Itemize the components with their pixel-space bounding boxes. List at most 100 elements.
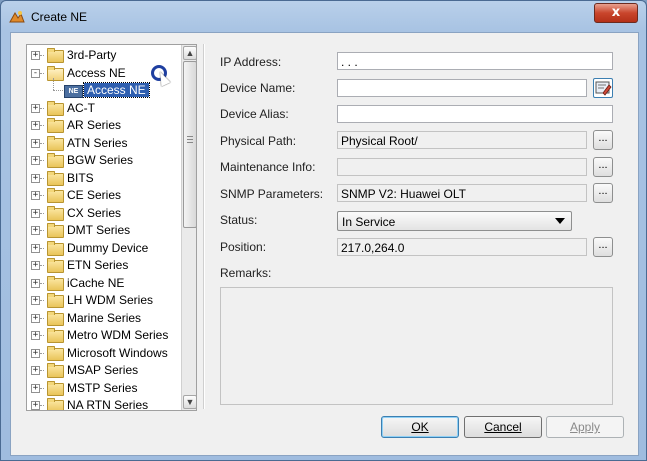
folder-icon bbox=[47, 398, 64, 410]
tree-item-label: iCache NE bbox=[67, 275, 125, 290]
physical-path-browse-button[interactable]: ... bbox=[593, 130, 613, 150]
tree-item-label: Metro WDM Series bbox=[67, 328, 169, 342]
panel-divider bbox=[203, 44, 205, 409]
close-button[interactable]: x bbox=[594, 3, 638, 23]
tree-item[interactable]: + Metro WDM Series bbox=[27, 327, 182, 344]
snmp-parameters-browse-button[interactable]: ... bbox=[593, 183, 613, 203]
tree-connector bbox=[53, 90, 63, 91]
scroll-down-icon[interactable]: ▼ bbox=[183, 395, 196, 409]
tree-connector bbox=[40, 335, 44, 336]
tree-item[interactable]: + ETN Series bbox=[27, 257, 182, 274]
expand-icon[interactable]: + bbox=[31, 121, 40, 130]
tree-item[interactable]: + CE Series bbox=[27, 187, 182, 204]
expand-icon[interactable]: + bbox=[31, 138, 40, 148]
expand-icon[interactable]: + bbox=[31, 278, 40, 288]
grip-line bbox=[187, 139, 193, 140]
apply-button[interactable]: Apply bbox=[546, 416, 624, 438]
tree-item[interactable]: + ATN Series bbox=[27, 135, 182, 152]
tree-item-label: Access NE bbox=[67, 65, 126, 80]
folder-icon bbox=[47, 48, 64, 63]
expand-icon[interactable]: + bbox=[31, 261, 40, 270]
chevron-down-icon bbox=[555, 218, 565, 224]
tree-item[interactable]: + AR Series bbox=[27, 117, 182, 134]
tree-item[interactable]: + LH WDM Series bbox=[27, 292, 182, 309]
tree-item-label: LH WDM Series bbox=[67, 293, 154, 307]
maintenance-info-browse-button[interactable]: ... bbox=[593, 157, 613, 177]
dialog-body: +3rd-Party - Access NE NE Access NE + AC-T + AR … bbox=[10, 32, 639, 456]
expand-icon[interactable]: + bbox=[31, 348, 40, 358]
cancel-button[interactable]: Cancel bbox=[464, 416, 542, 438]
device-alias-input[interactable] bbox=[337, 105, 613, 123]
expand-icon[interactable]: + bbox=[31, 401, 40, 410]
status-select[interactable]: In Service bbox=[337, 211, 572, 231]
tree-item[interactable]: NE Access NE bbox=[27, 78, 182, 99]
position-browse-button[interactable]: ... bbox=[593, 237, 613, 257]
tree-item[interactable]: + Dummy Device bbox=[27, 240, 182, 257]
tree-item[interactable]: + Marine Series bbox=[27, 310, 182, 327]
folder-icon bbox=[47, 223, 64, 238]
expand-icon[interactable]: + bbox=[31, 51, 40, 60]
folder-icon bbox=[47, 153, 64, 168]
tree-connector bbox=[40, 247, 44, 249]
remarks-textarea[interactable] bbox=[220, 287, 613, 405]
collapse-icon[interactable]: - bbox=[31, 68, 40, 78]
folder-icon bbox=[47, 135, 64, 151]
folder-icon bbox=[47, 293, 64, 308]
physical-path-field: Physical Root/ bbox=[337, 131, 587, 149]
tree-item[interactable]: + MSTP Series bbox=[27, 380, 182, 397]
tree-item[interactable]: + iCache NE bbox=[27, 275, 182, 292]
tree-connector bbox=[40, 55, 44, 56]
ip-address-label: IP Address: bbox=[220, 55, 282, 69]
tree-connector bbox=[40, 282, 44, 284]
device-name-label: Device Name: bbox=[220, 81, 296, 95]
maintenance-info-field bbox=[337, 158, 587, 176]
window-title: Create NE bbox=[31, 10, 88, 24]
expand-icon[interactable]: + bbox=[31, 331, 40, 340]
expand-icon[interactable]: + bbox=[31, 296, 40, 305]
edit-icon bbox=[595, 81, 612, 96]
expand-icon[interactable]: + bbox=[31, 226, 40, 235]
folder-icon bbox=[47, 240, 64, 256]
tree-item-label: MSAP Series bbox=[67, 363, 139, 377]
expand-icon[interactable]: + bbox=[31, 243, 40, 253]
tree-connector bbox=[53, 78, 54, 90]
tree-item-label: BITS bbox=[67, 170, 94, 185]
device-name-edit-button[interactable] bbox=[593, 78, 613, 98]
tree-item[interactable]: +3rd-Party bbox=[27, 47, 182, 64]
expand-icon[interactable]: + bbox=[31, 173, 40, 183]
expand-icon[interactable]: + bbox=[31, 156, 40, 165]
scroll-up-icon[interactable]: ▲ bbox=[183, 46, 196, 60]
status-label: Status: bbox=[220, 213, 258, 227]
tree-item[interactable]: + AC-T bbox=[27, 100, 182, 117]
ne-type-tree[interactable]: +3rd-Party - Access NE NE Access NE + AC-T + AR … bbox=[26, 44, 197, 411]
status-selected-value: In Service bbox=[342, 215, 396, 229]
tree-connector bbox=[40, 230, 44, 231]
title-bar[interactable]: Create NE x bbox=[1, 1, 646, 33]
expand-icon[interactable]: + bbox=[31, 191, 40, 200]
tree-item-label: NA RTN Series bbox=[67, 398, 149, 411]
device-alias-label: Device Alias: bbox=[220, 107, 289, 121]
tree-item-label: ATN Series bbox=[67, 135, 128, 150]
folder-icon bbox=[47, 118, 64, 133]
ok-button[interactable]: OK bbox=[381, 416, 459, 438]
expand-icon[interactable]: + bbox=[31, 208, 40, 218]
tree-scrollbar[interactable]: ▲ ▼ bbox=[181, 45, 196, 410]
folder-icon bbox=[47, 363, 64, 378]
expand-icon[interactable]: + bbox=[31, 383, 40, 393]
ip-address-input[interactable]: . . . bbox=[337, 52, 613, 70]
tree-item[interactable]: + BITS bbox=[27, 170, 182, 187]
tree-item[interactable]: + NA RTN Series bbox=[27, 397, 182, 411]
scrollbar-thumb[interactable] bbox=[183, 61, 196, 228]
expand-icon[interactable]: + bbox=[31, 103, 40, 113]
expand-icon[interactable]: + bbox=[31, 366, 40, 375]
device-name-input[interactable] bbox=[337, 79, 587, 97]
tree-item[interactable]: + MSAP Series bbox=[27, 362, 182, 379]
tree-item[interactable]: + DMT Series bbox=[27, 222, 182, 239]
tree-item[interactable]: + BGW Series bbox=[27, 152, 182, 169]
tree-item[interactable]: + Microsoft Windows bbox=[27, 345, 182, 362]
tree-item[interactable]: + CX Series bbox=[27, 205, 182, 222]
position-field: 217.0,264.0 bbox=[337, 238, 587, 256]
tree-connector bbox=[40, 370, 44, 371]
expand-icon[interactable]: + bbox=[31, 313, 40, 323]
folder-icon bbox=[47, 100, 64, 116]
